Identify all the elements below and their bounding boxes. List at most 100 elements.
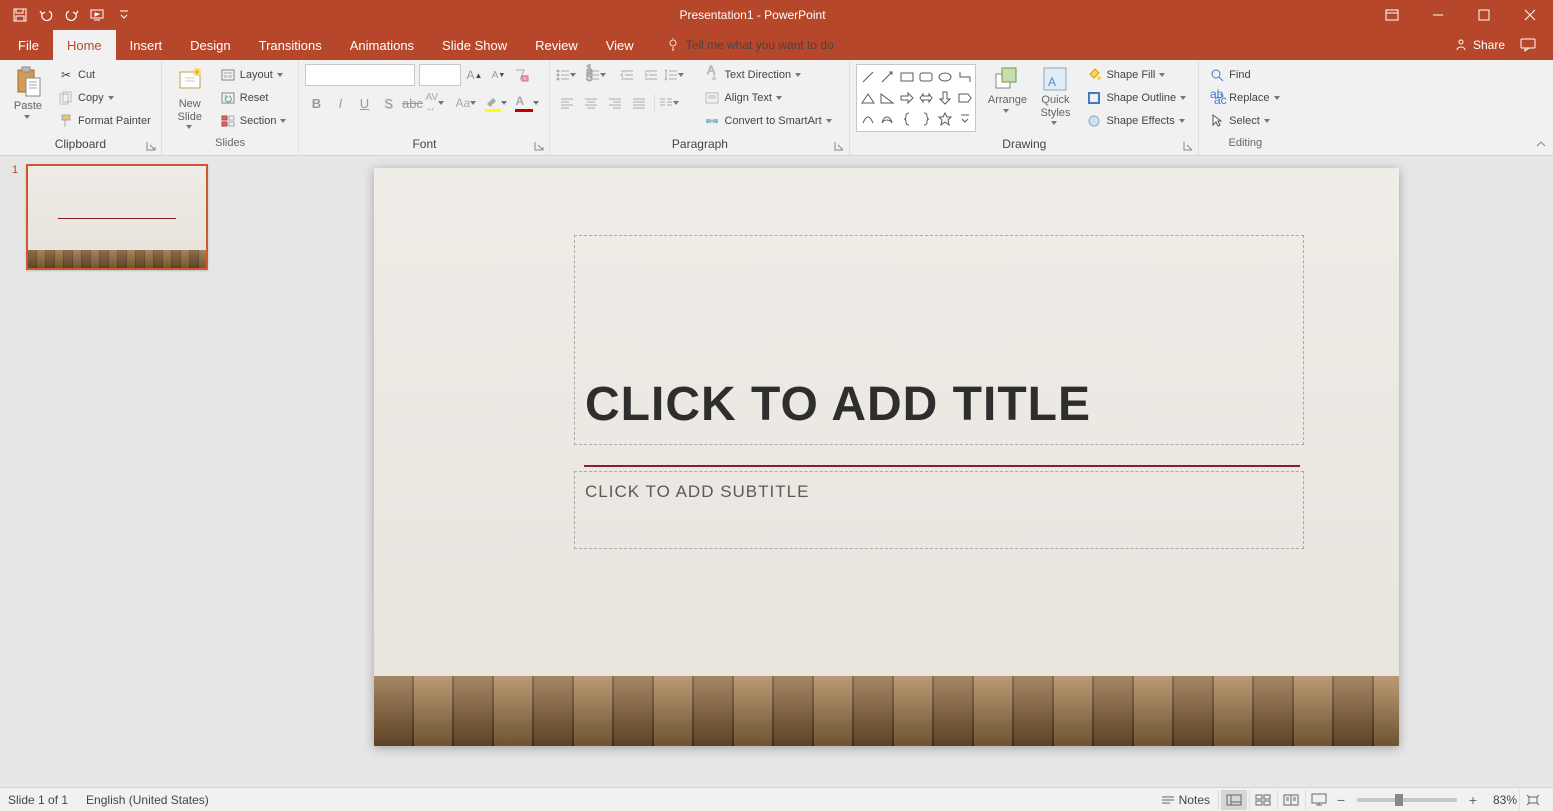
new-slide-button[interactable]: New Slide — [168, 64, 212, 136]
fit-to-window-button[interactable] — [1519, 790, 1545, 810]
align-right-button[interactable] — [604, 92, 626, 114]
shape-connector[interactable] — [955, 66, 974, 87]
find-button[interactable]: Find — [1205, 64, 1285, 86]
maximize-button[interactable] — [1461, 0, 1507, 30]
section-button[interactable]: Section — [216, 110, 293, 132]
shadow-button[interactable]: S — [377, 92, 399, 114]
share-button[interactable]: Share — [1454, 38, 1505, 52]
font-name-combo[interactable] — [305, 64, 415, 86]
shape-fill-button[interactable]: Shape Fill — [1082, 64, 1192, 86]
shape-curve[interactable] — [858, 109, 877, 130]
align-left-button[interactable] — [556, 92, 578, 114]
zoom-level[interactable]: 83% — [1483, 793, 1517, 807]
italic-button[interactable]: I — [329, 92, 351, 114]
reading-view-button[interactable] — [1277, 790, 1303, 810]
strikethrough-button[interactable]: abc — [401, 92, 423, 114]
change-case-button[interactable]: Aa — [455, 96, 483, 110]
shapes-more[interactable] — [955, 109, 974, 130]
reset-button[interactable]: Reset — [216, 87, 293, 109]
shape-oval[interactable] — [936, 66, 955, 87]
shape-rounded-rect[interactable] — [916, 66, 935, 87]
notes-button[interactable]: Notes — [1153, 790, 1219, 810]
shape-pentagon[interactable] — [955, 87, 974, 108]
paragraph-dialog-launcher[interactable] — [832, 139, 846, 153]
undo-button[interactable] — [34, 3, 58, 27]
clipboard-dialog-launcher[interactable] — [144, 139, 158, 153]
justify-button[interactable] — [628, 92, 650, 114]
shape-brace-right[interactable] — [916, 109, 935, 130]
clear-formatting-button[interactable] — [511, 64, 533, 86]
layout-button[interactable]: Layout — [216, 64, 293, 86]
redo-button[interactable] — [60, 3, 84, 27]
close-button[interactable] — [1507, 0, 1553, 30]
columns-button[interactable] — [659, 97, 687, 109]
shape-brace-left[interactable] — [897, 109, 916, 130]
shape-freeform[interactable] — [878, 109, 897, 130]
minimize-button[interactable] — [1415, 0, 1461, 30]
slide-1[interactable]: CLICK TO ADD TITLE CLICK TO ADD SUBTITLE — [374, 168, 1399, 746]
text-highlight-button[interactable] — [485, 95, 513, 112]
character-spacing-button[interactable]: AV↔ — [425, 92, 453, 114]
select-button[interactable]: Select — [1205, 110, 1285, 132]
bullets-button[interactable] — [556, 69, 584, 81]
increase-indent-button[interactable] — [640, 64, 662, 86]
save-button[interactable] — [8, 3, 32, 27]
quick-styles-button[interactable]: A Quick Styles — [1032, 64, 1078, 136]
font-dialog-launcher[interactable] — [532, 139, 546, 153]
zoom-in-button[interactable]: + — [1465, 792, 1481, 808]
paste-button[interactable]: Paste — [6, 64, 50, 136]
numbering-button[interactable]: 123 — [586, 69, 614, 81]
title-placeholder[interactable]: CLICK TO ADD TITLE — [574, 235, 1304, 445]
text-direction-button[interactable]: AText Direction — [700, 64, 837, 86]
tell-me-search[interactable]: Tell me what you want to do — [648, 30, 834, 60]
qat-customize-button[interactable] — [112, 3, 136, 27]
zoom-slider-thumb[interactable] — [1395, 794, 1403, 806]
shapes-gallery[interactable] — [856, 64, 976, 132]
cut-button[interactable]: ✂Cut — [54, 64, 155, 86]
slide-thumbnail-1[interactable] — [26, 164, 208, 270]
tab-design[interactable]: Design — [176, 30, 244, 60]
drawing-dialog-launcher[interactable] — [1181, 139, 1195, 153]
language-status[interactable]: English (United States) — [86, 793, 209, 807]
comments-button[interactable] — [1515, 30, 1541, 60]
align-center-button[interactable] — [580, 92, 602, 114]
tab-transitions[interactable]: Transitions — [245, 30, 336, 60]
tab-home[interactable]: Home — [53, 30, 116, 60]
zoom-out-button[interactable]: − — [1333, 792, 1349, 808]
line-spacing-button[interactable] — [664, 69, 692, 81]
convert-smartart-button[interactable]: Convert to SmartArt — [700, 110, 837, 132]
shape-triangle[interactable] — [858, 87, 877, 108]
shape-outline-button[interactable]: Shape Outline — [1082, 87, 1192, 109]
slideshow-view-button[interactable] — [1305, 790, 1331, 810]
font-color-button[interactable]: A — [515, 94, 543, 112]
font-size-combo[interactable] — [419, 64, 461, 86]
underline-button[interactable]: U — [353, 92, 375, 114]
normal-view-button[interactable] — [1221, 790, 1247, 810]
tab-animations[interactable]: Animations — [336, 30, 428, 60]
shape-right-triangle[interactable] — [878, 87, 897, 108]
shape-effects-button[interactable]: Shape Effects — [1082, 110, 1192, 132]
shape-arrow-right[interactable] — [897, 87, 916, 108]
zoom-slider[interactable] — [1357, 798, 1457, 802]
shape-line[interactable] — [858, 66, 877, 87]
ribbon-display-options-button[interactable] — [1369, 0, 1415, 30]
decrease-font-button[interactable]: A▼ — [487, 64, 509, 86]
start-from-beginning-button[interactable] — [86, 3, 110, 27]
tab-review[interactable]: Review — [521, 30, 592, 60]
shape-line-arrow[interactable] — [878, 66, 897, 87]
shape-arrow-down[interactable] — [936, 87, 955, 108]
slide-sorter-view-button[interactable] — [1249, 790, 1275, 810]
tab-view[interactable]: View — [592, 30, 648, 60]
shape-star[interactable] — [936, 109, 955, 130]
increase-font-button[interactable]: A▲ — [463, 64, 485, 86]
shape-rectangle[interactable] — [897, 66, 916, 87]
format-painter-button[interactable]: Format Painter — [54, 110, 155, 132]
tab-slideshow[interactable]: Slide Show — [428, 30, 521, 60]
replace-button[interactable]: abacReplace — [1205, 87, 1285, 109]
subtitle-placeholder[interactable]: CLICK TO ADD SUBTITLE — [574, 471, 1304, 549]
slide-canvas-area[interactable]: CLICK TO ADD TITLE CLICK TO ADD SUBTITLE — [220, 156, 1553, 787]
shape-arrow-double[interactable] — [916, 87, 935, 108]
slide-thumbnail-panel[interactable]: 1 — [0, 156, 220, 787]
tab-file[interactable]: File — [4, 30, 53, 60]
collapse-ribbon-button[interactable] — [1535, 138, 1547, 152]
